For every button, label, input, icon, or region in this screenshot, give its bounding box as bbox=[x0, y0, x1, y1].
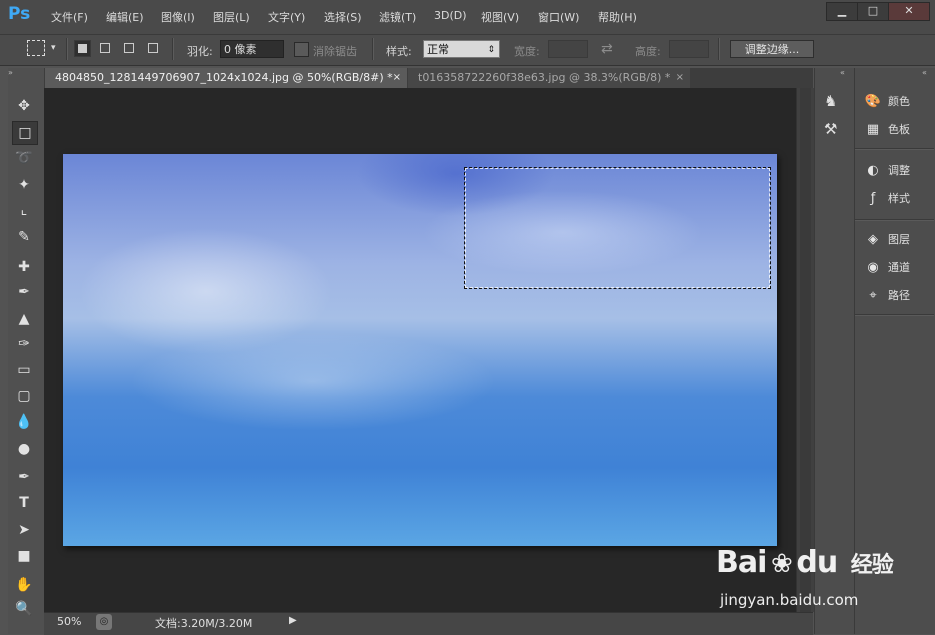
swatches-icon: ▦ bbox=[866, 122, 880, 137]
styles-icon: ƒ bbox=[870, 191, 876, 206]
panel-adjustments[interactable]: ◐ 调整 bbox=[864, 160, 934, 182]
lasso-icon[interactable]: ➰ bbox=[12, 147, 36, 169]
blur-icon[interactable]: 💧 bbox=[12, 411, 36, 433]
width-input[interactable] bbox=[548, 40, 588, 58]
divider bbox=[855, 219, 934, 221]
antialias-checkbox[interactable] bbox=[294, 42, 309, 57]
updown-icon: ⇕ bbox=[487, 45, 495, 55]
tool-presets-icon[interactable]: ⚒ bbox=[824, 120, 837, 138]
menu-view[interactable]: 视图(V) bbox=[481, 9, 519, 25]
healing-brush-icon[interactable]: ✚ bbox=[12, 256, 36, 278]
play-arrow-icon[interactable]: ▶ bbox=[289, 615, 297, 626]
maximize-icon[interactable]: □ bbox=[857, 2, 889, 21]
menu-help[interactable]: 帮助(H) bbox=[598, 9, 637, 25]
tab-document-1[interactable]: 4804850_1281449706907_1024x1024.jpg @ 50… bbox=[45, 68, 407, 88]
palette-icon: 🎨 bbox=[864, 94, 882, 109]
move-icon[interactable]: ✥ bbox=[12, 95, 36, 117]
panel-swatches[interactable]: ▦ 色板 bbox=[864, 119, 934, 141]
divider bbox=[855, 148, 934, 150]
feather-input[interactable]: 0 像素 bbox=[220, 40, 284, 58]
divider bbox=[66, 38, 68, 60]
intersect-selection-icon[interactable] bbox=[145, 40, 162, 57]
history-brush-icon[interactable]: ✑ bbox=[12, 333, 36, 355]
vertical-scrollbar[interactable] bbox=[796, 88, 814, 612]
minimize-icon[interactable]: ▁ bbox=[826, 2, 858, 21]
style-value: 正常 bbox=[427, 43, 449, 56]
style-select[interactable]: 正常 ⇕ bbox=[423, 40, 500, 58]
photoshop-logo-icon: Ps bbox=[8, 4, 31, 24]
path-select-icon[interactable]: ➤ bbox=[12, 519, 36, 541]
channels-icon: ◉ bbox=[867, 260, 879, 275]
swap-icon[interactable]: ⇄ bbox=[601, 41, 613, 57]
chevron-down-icon[interactable]: ▾ bbox=[51, 43, 56, 53]
share-icon[interactable]: ◎ bbox=[96, 614, 112, 630]
close-icon[interactable]: × bbox=[676, 68, 684, 88]
menu-file[interactable]: 文件(F) bbox=[51, 9, 88, 25]
divider bbox=[172, 38, 174, 60]
brush-icon[interactable]: ✒ bbox=[12, 281, 36, 303]
zoom-level[interactable]: 50% bbox=[57, 615, 81, 628]
scrollbar-track[interactable] bbox=[800, 88, 811, 612]
divider bbox=[372, 38, 374, 60]
menu-edit[interactable]: 编辑(E) bbox=[106, 9, 144, 25]
width-label: 宽度: bbox=[514, 45, 540, 58]
divider bbox=[718, 38, 720, 60]
document-size: 文档:3.20M/3.20M bbox=[155, 617, 253, 630]
eraser-icon[interactable]: ▭ bbox=[12, 359, 36, 381]
divider bbox=[855, 314, 934, 316]
menu-3d[interactable]: 3D(D) bbox=[434, 9, 467, 22]
panel-color[interactable]: 🎨 颜色 bbox=[864, 91, 934, 113]
brush-presets-icon[interactable]: ♞ bbox=[824, 92, 837, 110]
panel-styles[interactable]: ƒ 样式 bbox=[864, 188, 934, 210]
crop-icon[interactable]: ⌞ bbox=[12, 199, 36, 221]
menu-type[interactable]: 文字(Y) bbox=[268, 9, 305, 25]
adjust-icon: ◐ bbox=[867, 163, 879, 178]
menu-layer[interactable]: 图层(L) bbox=[213, 9, 250, 25]
new-selection-icon[interactable] bbox=[74, 40, 91, 57]
close-icon[interactable]: ✕ bbox=[888, 2, 930, 21]
style-label: 样式: bbox=[386, 45, 412, 58]
antialias-label: 消除锯齿 bbox=[313, 45, 357, 58]
zoom-icon[interactable]: 🔍 bbox=[12, 598, 36, 620]
dodge-icon[interactable]: ● bbox=[12, 438, 36, 460]
type-icon[interactable]: T bbox=[12, 492, 36, 514]
watermark-url: jingyan.baidu.com bbox=[720, 591, 859, 609]
paths-icon: ⌖ bbox=[869, 288, 877, 303]
clone-stamp-icon[interactable]: ▲ bbox=[12, 308, 36, 330]
panel-collapse-icon[interactable]: » bbox=[8, 68, 13, 77]
magic-wand-icon[interactable]: ✦ bbox=[12, 174, 36, 196]
eyedropper-icon[interactable]: ✎ bbox=[12, 226, 36, 248]
subtract-selection-icon[interactable] bbox=[121, 40, 138, 57]
height-input[interactable] bbox=[669, 40, 709, 58]
hand-icon[interactable]: ✋ bbox=[12, 574, 36, 596]
rect-marquee-preset-icon[interactable] bbox=[27, 40, 45, 56]
panel-paths[interactable]: ⌖ 路径 bbox=[864, 285, 934, 307]
add-selection-icon[interactable] bbox=[97, 40, 114, 57]
feather-label: 羽化: bbox=[187, 45, 213, 58]
height-label: 高度: bbox=[635, 45, 661, 58]
paw-icon: ❀ bbox=[771, 549, 793, 579]
selection-marquee[interactable] bbox=[464, 167, 771, 289]
refine-edge-button[interactable]: 调整边缘... bbox=[730, 40, 814, 58]
watermark-logo: Bai ❀ du 经验 bbox=[716, 545, 894, 580]
tab-label: t016358722260f38e63.jpg @ 38.3%(RGB/8) * bbox=[418, 71, 671, 84]
menu-select[interactable]: 选择(S) bbox=[324, 9, 362, 25]
tab-label: 4804850_1281449706907_1024x1024.jpg @ 50… bbox=[55, 71, 393, 84]
panel-collapse-icon[interactable]: « bbox=[922, 68, 927, 77]
pen-icon[interactable]: ✒ bbox=[12, 466, 36, 488]
menu-filter[interactable]: 滤镜(T) bbox=[379, 9, 416, 25]
baidu-watermark: Bai ❀ du 经验 jingyan.baidu.com bbox=[716, 535, 916, 615]
menu-window[interactable]: 窗口(W) bbox=[538, 9, 579, 25]
gradient-icon[interactable]: ▢ bbox=[12, 385, 36, 407]
layers-icon: ◈ bbox=[868, 232, 878, 247]
panel-collapse-icon[interactable]: « bbox=[840, 68, 845, 77]
panel-layers[interactable]: ◈ 图层 bbox=[864, 229, 934, 251]
menu-image[interactable]: 图像(I) bbox=[161, 9, 195, 25]
tab-document-2[interactable]: t016358722260f38e63.jpg @ 38.3%(RGB/8) *… bbox=[408, 68, 690, 88]
close-icon[interactable]: × bbox=[393, 68, 401, 88]
rect-marquee-icon[interactable]: □ bbox=[12, 121, 38, 145]
panel-channels[interactable]: ◉ 通道 bbox=[864, 257, 934, 279]
rectangle-shape-icon[interactable]: ■ bbox=[12, 545, 36, 567]
